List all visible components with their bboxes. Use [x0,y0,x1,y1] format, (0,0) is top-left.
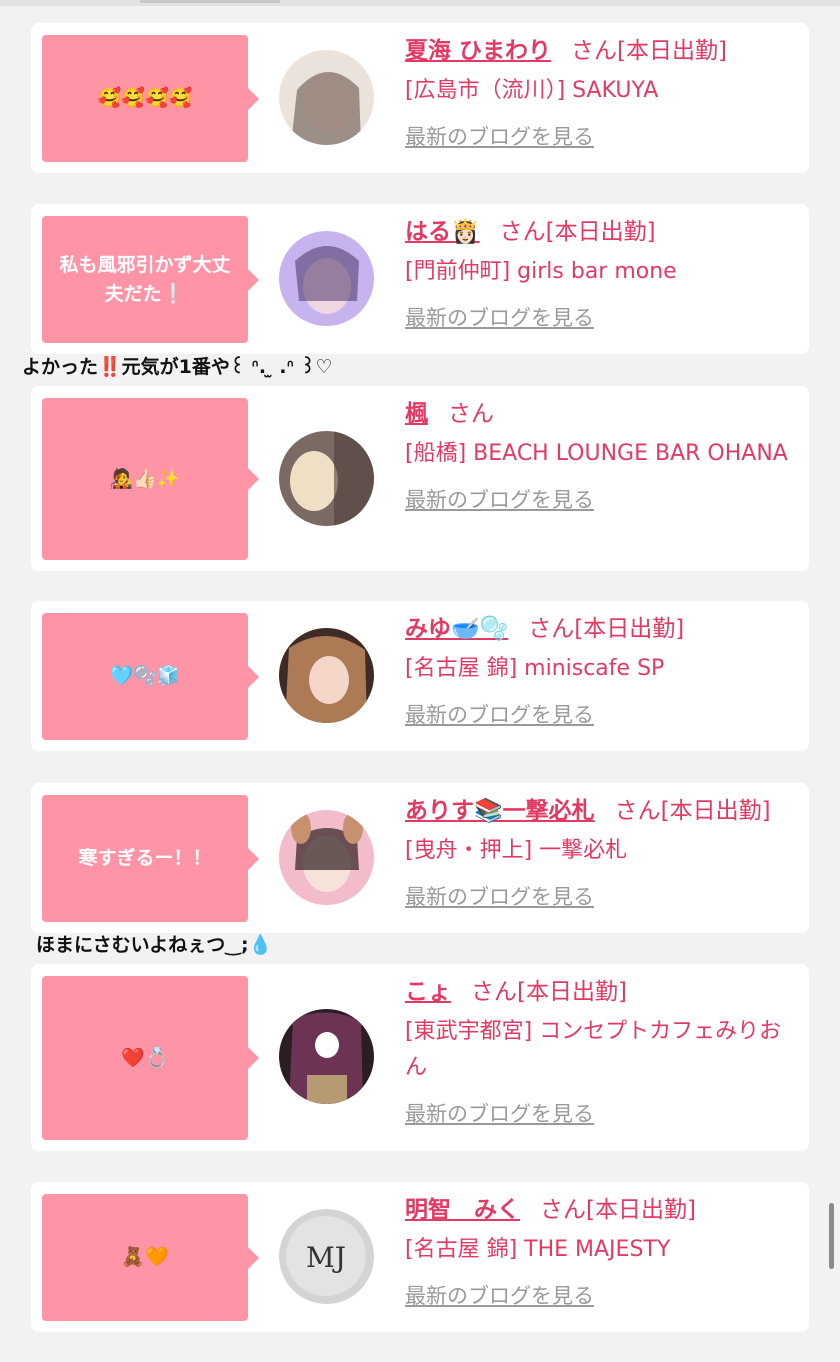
avatar-image [279,50,374,145]
status-text: さん[本日出勤] [571,38,727,64]
avatar[interactable] [279,810,374,905]
avatar-image: MJ [279,1209,374,1304]
name-line: ありす📚一撃必札 さん[本日出勤] [405,793,797,829]
avatar-image [279,231,374,326]
status-text: さん [448,401,494,427]
shop-name: [船橋] BEACH LOUNGE BAR OHANA [405,441,788,466]
girl-card-4[interactable]: 🩵🫧🧊 みゆ🥣🫧 さん[本日出勤] [名古屋 錦] miniscafe SP 最新… [31,601,809,751]
blog-link[interactable]: 最新のブログを見る [405,881,594,911]
girl-card-5[interactable]: 寒すぎるー！！ ありす📚一撃必札 さん[本日出勤] [曳舟・押上] 一撃必札 最新… [31,783,809,933]
avatar[interactable] [279,50,374,145]
girl-name-link[interactable]: はる👸🏻 [405,219,480,245]
girl-info: 明智 みく さん[本日出勤] [名古屋 錦] THE MAJESTY 最新のブログ… [405,1192,797,1310]
top-bar [0,0,840,6]
blog-link[interactable]: 最新のブログを見る [405,699,594,729]
girl-name-link[interactable]: 夏海 ひまわり [405,38,551,64]
girl-info: はる👸🏻 さん[本日出勤] [門前仲町] girls bar mone 最新のブロ… [405,214,797,332]
shop-name: [名古屋 錦] miniscafe SP [405,656,665,681]
tab-indicator [140,0,280,3]
girl-info: こょ さん[本日出勤] [東武宇都宮] コンセプトカフェみりおん 最新のブログを見… [405,974,797,1128]
girl-info: 楓さん [船橋] BEACH LOUNGE BAR OHANA 最新のブログを見… [405,396,797,514]
name-line: 夏海 ひまわり さん[本日出勤] [405,33,797,69]
girl-card-3[interactable]: 🧑‍🎤👍🏻✨ 楓さん [船橋] BEACH LOUNGE BAR OHANA 最… [31,386,809,571]
girl-name-link[interactable]: こょ [405,979,451,1005]
avatar[interactable] [279,431,374,526]
avatar[interactable] [279,1009,374,1104]
avatar-image [279,1009,374,1104]
shop-name: [曳舟・押上] 一撃必札 [405,838,628,863]
status-text: さん[本日出勤] [614,798,771,824]
status-text: さん[本日出勤] [471,979,627,1005]
status-text: さん[本日出勤] [528,616,685,642]
message-bubble: 🧸🧡 [42,1194,259,1321]
girl-name-link[interactable]: 楓 [405,401,428,427]
blog-link[interactable]: 最新のブログを見る [405,1280,594,1310]
message-bubble: 🧑‍🎤👍🏻✨ [42,398,259,560]
avatar-image [279,431,374,526]
girl-card-7[interactable]: 🧸🧡 MJ 明智 みく さん[本日出勤] [名古屋 錦] THE MAJESTY … [31,1182,809,1332]
message-bubble: ❤️💍 [42,976,259,1140]
avatar-image [279,628,374,723]
name-line: こょ さん[本日出勤] [405,974,797,1010]
shop-name: [東武宇都宮] コンセプトカフェみりおん [405,1019,782,1080]
blog-link[interactable]: 最新のブログを見る [405,1098,594,1128]
svg-text:MJ: MJ [306,1241,346,1274]
name-line: 楓さん [405,396,797,432]
girl-info: 夏海 ひまわり さん[本日出勤] [広島市（流川）] SAKUYA 最新のブログを… [405,33,797,151]
shop-name: [門前仲町] girls bar mone [405,259,677,284]
avatar[interactable]: MJ [279,1209,374,1304]
blog-link[interactable]: 最新のブログを見る [405,121,594,151]
girl-name-link[interactable]: みゆ🥣🫧 [405,616,508,642]
message-bubble: 🥰🥰🥰🥰 [42,35,259,162]
avatar[interactable] [279,231,374,326]
message-bubble: 寒すぎるー！！ [42,795,259,922]
girl-card-6[interactable]: ❤️💍 こょ さん[本日出勤] [東武宇都宮] コンセプトカフェみりおん 最新のブ… [31,964,809,1151]
overflow-message-text: ほまにさむいよねぇつ‿;💧 [36,934,273,956]
avatar-image [279,810,374,905]
scrollbar[interactable] [829,1203,834,1269]
girl-name-link[interactable]: ありす📚一撃必札 [405,798,595,824]
girl-card-2[interactable]: 私も風邪引かず大丈夫だた❕ はる👸🏻 さん[本日出勤] [門前仲町] girls … [31,204,809,354]
shop-name: [名古屋 錦] THE MAJESTY [405,1237,671,1262]
girl-info: ありす📚一撃必札 さん[本日出勤] [曳舟・押上] 一撃必札 最新のブログを見る [405,793,797,911]
blog-link[interactable]: 最新のブログを見る [405,302,594,332]
girl-name-link[interactable]: 明智 みく [405,1197,520,1223]
name-line: 明智 みく さん[本日出勤] [405,1192,797,1228]
avatar[interactable] [279,628,374,723]
status-text: さん[本日出勤] [540,1197,696,1223]
status-text: さん[本日出勤] [499,219,656,245]
shop-name: [広島市（流川）] SAKUYA [405,78,659,103]
overflow-message-text: よかった‼️元気が1番や꒰ ᐢ. ̫ .ᐢ ꒱♡ [22,356,333,378]
blog-link[interactable]: 最新のブログを見る [405,484,594,514]
name-line: はる👸🏻 さん[本日出勤] [405,214,797,250]
name-line: みゆ🥣🫧 さん[本日出勤] [405,611,797,647]
girl-info: みゆ🥣🫧 さん[本日出勤] [名古屋 錦] miniscafe SP 最新のブログ… [405,611,797,729]
girl-card-1[interactable]: 🥰🥰🥰🥰 夏海 ひまわり さん[本日出勤] [広島市（流川）] SAKUYA 最新… [31,23,809,173]
message-bubble: 私も風邪引かず大丈夫だた❕ [42,216,259,343]
message-bubble: 🩵🫧🧊 [42,613,259,740]
